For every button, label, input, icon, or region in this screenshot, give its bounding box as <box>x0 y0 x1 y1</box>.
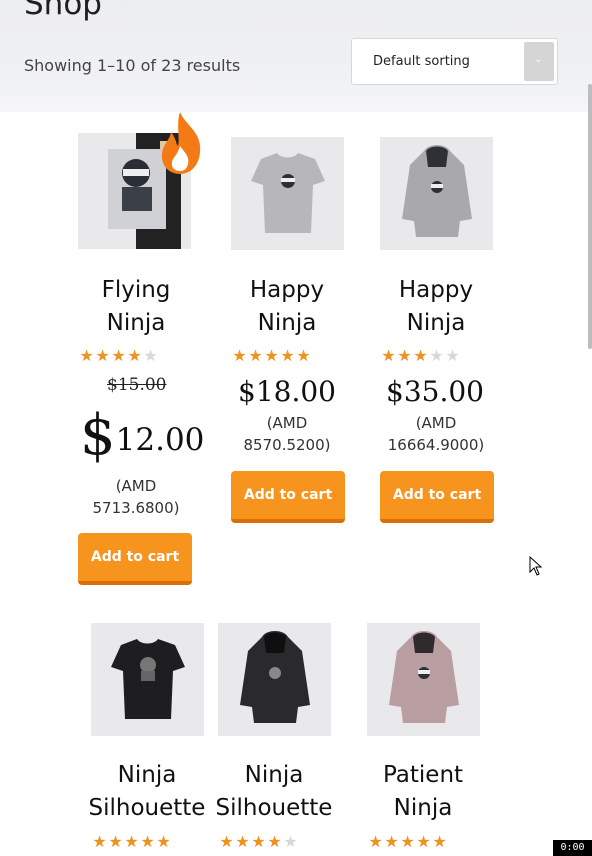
star-rating: ★ ★ ★ ★ ★ <box>78 348 158 364</box>
add-to-cart-button[interactable]: Add to cart <box>78 533 192 585</box>
sale-price: $12.00 <box>80 403 205 468</box>
star-icon: ★ <box>79 346 93 365</box>
product-image-ninja-silhouette-tshirt[interactable] <box>91 623 204 736</box>
star-icon: ★ <box>140 832 154 851</box>
regular-price: $15.00 <box>107 375 167 395</box>
result-count: Showing 1–10 of 23 results <box>24 56 241 75</box>
converted-price: (AMD 5713.6800) <box>92 477 180 517</box>
star-rating: ★ ★ ★ ★ ★ <box>380 348 460 364</box>
add-to-cart-button[interactable]: Add to cart <box>380 471 494 523</box>
product-name[interactable]: Happy Ninja <box>202 274 372 340</box>
star-icon: ★ <box>400 832 414 851</box>
sorting-select[interactable]: Default sorting ⌄ <box>351 38 558 85</box>
product-name[interactable]: Flying Ninja <box>51 274 221 340</box>
product-price: $35.00 <box>386 375 484 408</box>
star-icon: ★ <box>445 346 459 365</box>
recording-timer: 0:00 <box>553 840 592 856</box>
star-icon: ★ <box>127 346 141 365</box>
star-icon: ★ <box>296 346 310 365</box>
star-icon: ★ <box>143 346 157 365</box>
product-name[interactable]: Ninja Silhouette <box>189 759 359 825</box>
product-name[interactable]: Patient Ninja <box>338 759 508 825</box>
star-icon: ★ <box>156 832 170 851</box>
chevron-down-icon[interactable]: ⌄ <box>524 42 554 81</box>
star-icon: ★ <box>248 346 262 365</box>
product-image-ninja-silhouette-hoodie[interactable] <box>218 623 331 736</box>
product-image-patient-ninja-hoodie[interactable] <box>367 623 480 736</box>
star-rating: ★ ★ ★ ★ ★ <box>91 834 171 850</box>
converted-price: (AMD 16664.9000) <box>387 414 485 454</box>
star-icon: ★ <box>429 346 443 365</box>
star-rating: ★ ★ ★ ★ ★ <box>367 834 447 850</box>
product-name[interactable]: Happy Ninja <box>351 274 521 340</box>
star-icon: ★ <box>416 832 430 851</box>
star-icon: ★ <box>432 832 446 851</box>
add-to-cart-button[interactable]: Add to cart <box>231 471 345 523</box>
star-icon: ★ <box>219 832 233 851</box>
star-icon: ★ <box>232 346 246 365</box>
product-price: $18.00 <box>238 375 336 408</box>
star-icon: ★ <box>251 832 265 851</box>
star-icon: ★ <box>267 832 281 851</box>
star-icon: ★ <box>280 346 294 365</box>
star-icon: ★ <box>95 346 109 365</box>
star-icon: ★ <box>283 832 297 851</box>
page-title: Shop <box>24 0 102 22</box>
converted-price: (AMD 8570.5200) <box>243 414 331 454</box>
sorting-selected-value: Default sorting <box>373 54 470 69</box>
product-image-happy-ninja-tshirt[interactable] <box>231 137 344 250</box>
star-icon: ★ <box>264 346 278 365</box>
product-image-happy-ninja-hoodie[interactable] <box>380 137 493 250</box>
star-icon: ★ <box>124 832 138 851</box>
star-icon: ★ <box>397 346 411 365</box>
flame-icon <box>161 112 201 174</box>
star-icon: ★ <box>381 346 395 365</box>
star-icon: ★ <box>413 346 427 365</box>
star-icon: ★ <box>111 346 125 365</box>
star-icon: ★ <box>235 832 249 851</box>
star-icon: ★ <box>108 832 122 851</box>
star-rating: ★ ★ ★ ★ ★ <box>231 348 311 364</box>
mouse-cursor-icon <box>529 556 543 576</box>
star-icon: ★ <box>368 832 382 851</box>
scrollbar[interactable] <box>588 84 592 349</box>
star-rating: ★ ★ ★ ★ ★ <box>218 834 298 850</box>
star-icon: ★ <box>92 832 106 851</box>
star-icon: ★ <box>384 832 398 851</box>
